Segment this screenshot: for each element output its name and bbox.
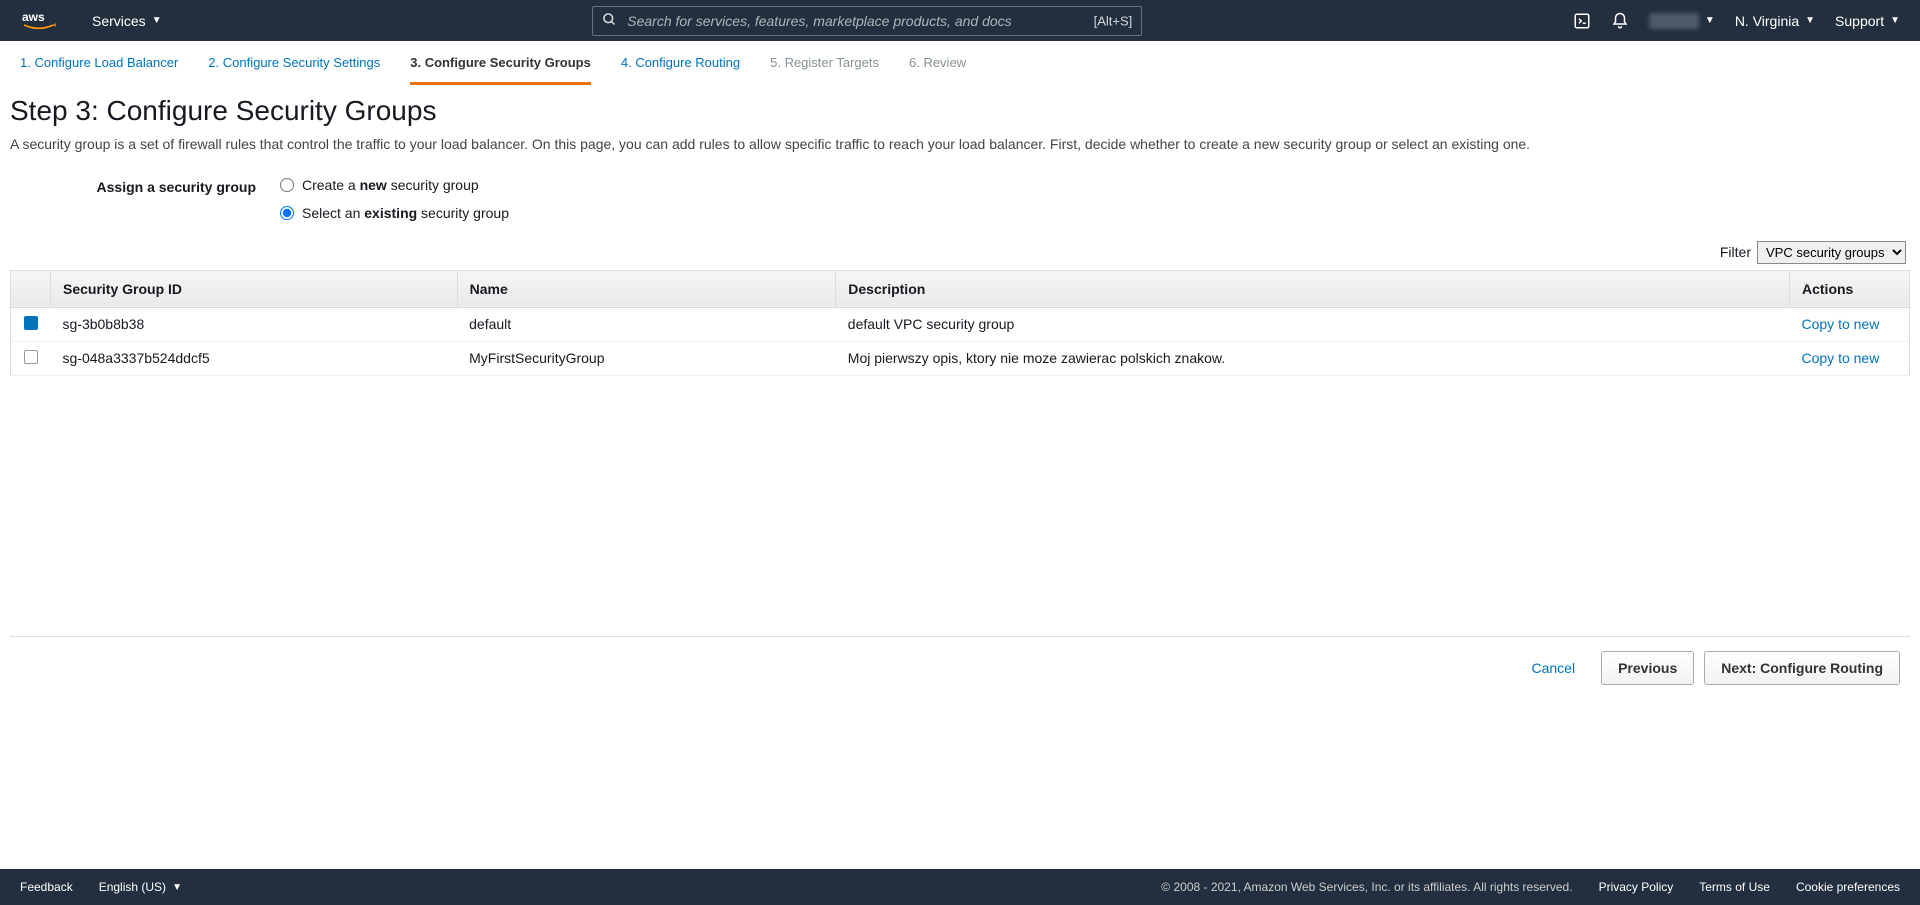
region-label: N. Virginia [1735, 13, 1799, 29]
feedback-link[interactable]: Feedback [20, 880, 73, 894]
assign-sg-radio-group: Create a new security group Select an ex… [280, 177, 509, 221]
radio-select-existing-input[interactable] [280, 206, 294, 220]
wizard-step-6: 6. Review [909, 55, 966, 85]
services-label: Services [92, 13, 146, 29]
language-selector[interactable]: English (US) ▼ [99, 880, 182, 894]
cookies-link[interactable]: Cookie preferences [1796, 880, 1900, 894]
col-checkbox [11, 270, 51, 307]
assign-sg-row: Assign a security group Create a new sec… [10, 177, 1910, 221]
caret-down-icon: ▼ [1705, 15, 1715, 26]
nav-right: ▼ N. Virginia ▼ Support ▼ [1573, 12, 1900, 30]
account-name-blurred [1649, 13, 1699, 29]
filter-select[interactable]: VPC security groups [1757, 241, 1906, 264]
radio-select-existing[interactable]: Select an existing security group [280, 205, 509, 221]
previous-button[interactable]: Previous [1601, 651, 1694, 685]
caret-down-icon: ▼ [152, 15, 162, 26]
cancel-button[interactable]: Cancel [1516, 652, 1592, 684]
security-groups-table: Security Group ID Name Description Actio… [10, 270, 1910, 376]
caret-down-icon: ▼ [1890, 15, 1900, 26]
page-content: Step 3: Configure Security Groups A secu… [0, 85, 1920, 869]
cell-desc: Moj pierwszy opis, ktory nie moze zawier… [836, 341, 1790, 375]
search-icon [602, 12, 617, 30]
wizard-step-2[interactable]: 2. Configure Security Settings [208, 55, 380, 85]
caret-down-icon: ▼ [172, 882, 182, 893]
wizard-steps: 1. Configure Load Balancer 2. Configure … [0, 41, 1920, 85]
radio-select-existing-label: Select an existing security group [302, 205, 509, 221]
wizard-step-5: 5. Register Targets [770, 55, 879, 85]
filter-row: Filter VPC security groups [10, 227, 1910, 270]
table-header-row: Security Group ID Name Description Actio… [11, 270, 1910, 307]
cell-sgid: sg-048a3337b524ddcf5 [51, 341, 458, 375]
privacy-link[interactable]: Privacy Policy [1599, 880, 1674, 894]
aws-logo-icon: aws [20, 9, 64, 33]
col-name[interactable]: Name [457, 270, 836, 307]
wizard-step-4[interactable]: 4. Configure Routing [621, 55, 740, 85]
caret-down-icon: ▼ [1805, 15, 1815, 26]
account-menu[interactable]: ▼ [1649, 13, 1715, 29]
aws-logo[interactable]: aws [20, 9, 64, 33]
next-button[interactable]: Next: Configure Routing [1704, 651, 1900, 685]
support-menu[interactable]: Support ▼ [1835, 13, 1900, 29]
page-description: A security group is a set of firewall ru… [10, 135, 1910, 155]
page-title: Step 3: Configure Security Groups [10, 95, 1910, 127]
copyright-text: © 2008 - 2021, Amazon Web Services, Inc.… [1161, 880, 1572, 894]
assign-sg-label: Assign a security group [10, 177, 280, 195]
radio-create-new[interactable]: Create a new security group [280, 177, 509, 193]
notifications-icon[interactable] [1611, 12, 1629, 30]
copy-to-new-link[interactable]: Copy to new [1802, 316, 1880, 332]
table-row[interactable]: sg-3b0b8b38 default default VPC security… [11, 307, 1910, 341]
region-menu[interactable]: N. Virginia ▼ [1735, 13, 1815, 29]
cell-sgid: sg-3b0b8b38 [51, 307, 458, 341]
wizard-footer: Cancel Previous Next: Configure Routing [10, 636, 1910, 699]
search-shortcut: [Alt+S] [1094, 13, 1133, 28]
radio-create-new-label: Create a new security group [302, 177, 479, 193]
search-input[interactable] [592, 6, 1142, 36]
support-label: Support [1835, 13, 1884, 29]
search-container: [Alt+S] [592, 6, 1142, 36]
cell-desc: default VPC security group [836, 307, 1790, 341]
svg-text:aws: aws [22, 10, 45, 24]
col-actions: Actions [1790, 270, 1910, 307]
col-desc[interactable]: Description [836, 270, 1790, 307]
cloudshell-icon[interactable] [1573, 12, 1591, 30]
footer-bar: Feedback English (US) ▼ © 2008 - 2021, A… [0, 869, 1920, 905]
copy-to-new-link[interactable]: Copy to new [1802, 350, 1880, 366]
cell-name: MyFirstSecurityGroup [457, 341, 836, 375]
radio-create-new-input[interactable] [280, 178, 294, 192]
language-label: English (US) [99, 880, 166, 894]
terms-link[interactable]: Terms of Use [1699, 880, 1770, 894]
col-sgid[interactable]: Security Group ID [51, 270, 458, 307]
filter-label: Filter [1720, 244, 1751, 260]
top-nav: aws Services ▼ [Alt+S] ▼ N. Virginia ▼ [0, 0, 1920, 41]
row-checkbox[interactable] [24, 350, 38, 364]
wizard-step-1[interactable]: 1. Configure Load Balancer [20, 55, 178, 85]
wizard-step-3[interactable]: 3. Configure Security Groups [410, 55, 591, 85]
row-checkbox[interactable] [24, 316, 38, 330]
cell-name: default [457, 307, 836, 341]
table-row[interactable]: sg-048a3337b524ddcf5 MyFirstSecurityGrou… [11, 341, 1910, 375]
services-menu[interactable]: Services ▼ [92, 13, 162, 29]
